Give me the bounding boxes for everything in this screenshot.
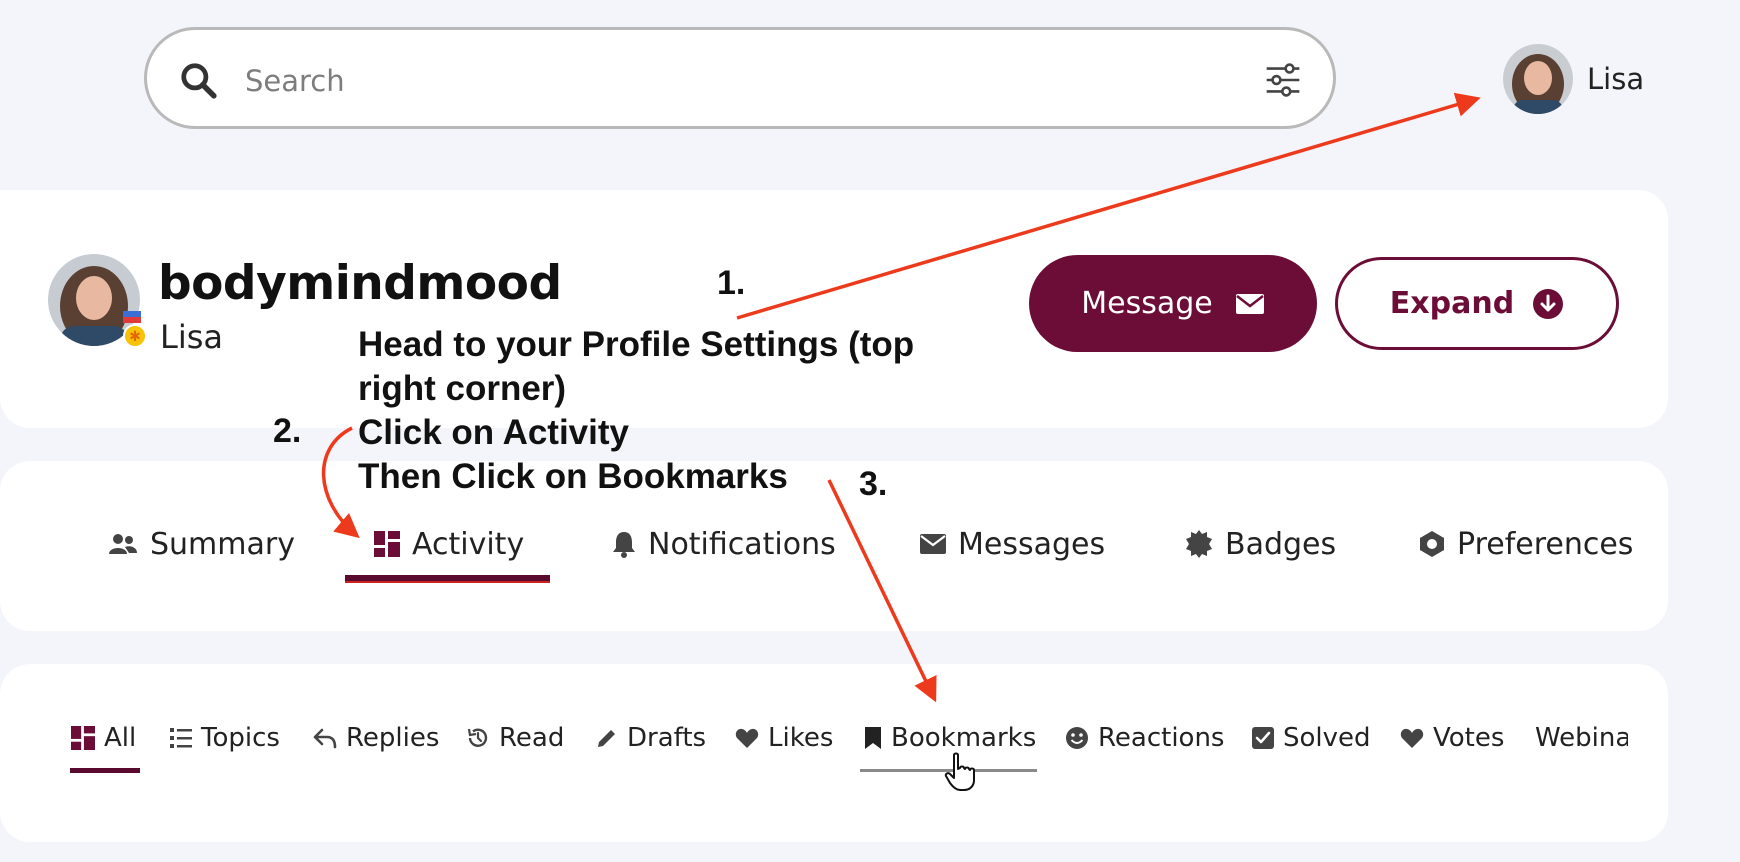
search-icon[interactable] (179, 61, 217, 99)
tab-notifications-label: Notifications (648, 526, 836, 562)
profile-username: bodymindmood (158, 256, 562, 311)
subtab-read[interactable]: Read (466, 720, 564, 756)
subtab-topics[interactable]: Topics (170, 720, 280, 756)
annotation-line-3: Then Click on Bookmarks (358, 457, 788, 496)
check-square-icon (1252, 727, 1274, 749)
subtab-likes-label: Likes (768, 723, 834, 753)
bell-icon (613, 532, 635, 558)
message-button[interactable]: Message (1029, 255, 1317, 352)
arrow-down-circle-icon (1533, 288, 1564, 319)
subtab-read-label: Read (499, 723, 565, 753)
profile-full-name: Lisa (160, 318, 223, 356)
expand-button-label: Expand (1389, 286, 1515, 321)
annotation-step-2: 2. (273, 412, 302, 450)
subtab-likes[interactable]: Likes (735, 720, 833, 756)
user-name[interactable]: Lisa (1587, 62, 1644, 96)
annotation-line-1: Head to your Profile Settings (top right… (358, 325, 915, 408)
annotation-instructions: Head to your Profile Settings (top right… (358, 323, 998, 499)
tab-badges-label: Badges (1225, 526, 1337, 562)
avatar[interactable] (1503, 44, 1573, 114)
envelope-icon (1235, 293, 1264, 314)
subtab-replies[interactable]: Replies (313, 720, 439, 756)
tab-activity[interactable]: Activity (374, 522, 524, 566)
subtab-all[interactable]: All (71, 720, 136, 756)
tab-messages[interactable]: Messages (920, 522, 1105, 566)
hand-pointer-icon (944, 752, 975, 791)
user-menu[interactable]: Lisa (1503, 44, 1644, 114)
search-input[interactable] (243, 54, 1247, 108)
users-icon (109, 534, 137, 554)
hexagon-icon (1420, 531, 1444, 557)
pencil-icon (598, 730, 615, 747)
subtab-solved[interactable]: Solved (1252, 720, 1371, 756)
search-bar (144, 27, 1336, 129)
reply-icon (313, 728, 337, 749)
active-subtab-indicator (70, 768, 140, 773)
bookmark-icon (865, 727, 881, 749)
subtab-solved-label: Solved (1283, 723, 1371, 753)
subtab-webinars-clip: Webinars (1535, 710, 1628, 766)
tab-summary-label: Summary (150, 526, 295, 562)
tab-preferences-label: Preferences (1457, 526, 1634, 562)
heart-icon (1400, 728, 1424, 748)
subtab-all-label: All (104, 723, 137, 753)
tab-preferences[interactable]: Preferences (1419, 522, 1633, 566)
subtab-webinars[interactable]: Webinars (1535, 720, 1628, 756)
heart-icon (735, 728, 759, 748)
tab-activity-label: Activity (412, 526, 525, 562)
list-icon (170, 728, 192, 748)
subtab-votes-label: Votes (1433, 723, 1505, 753)
tab-badges[interactable]: Badges (1185, 522, 1336, 566)
filter-sliders-icon[interactable] (1263, 62, 1303, 98)
envelope-icon (920, 534, 946, 554)
smile-icon (1066, 727, 1088, 749)
subtab-bookmarks[interactable]: Bookmarks (864, 720, 1036, 756)
badge-icon (1186, 530, 1212, 558)
expand-button[interactable]: Expand (1335, 257, 1619, 350)
subtab-votes[interactable]: Votes (1400, 720, 1504, 756)
svg-text:✱: ✱ (129, 329, 141, 345)
flag-icon (123, 311, 141, 323)
subtab-replies-label: Replies (346, 723, 440, 753)
subtab-drafts[interactable]: Drafts (596, 720, 706, 756)
dashboard-icon (71, 726, 95, 750)
active-tab-indicator (345, 575, 550, 583)
subtab-reactions[interactable]: Reactions (1065, 720, 1224, 756)
message-button-label: Message (1081, 286, 1213, 321)
subtab-bookmarks-label: Bookmarks (891, 723, 1037, 753)
subtab-drafts-label: Drafts (627, 723, 707, 753)
subtab-webinars-label: Webinars (1535, 723, 1628, 753)
medal-icon: ✱ (123, 324, 147, 348)
annotation-step-1: 1. (717, 264, 746, 302)
history-icon (467, 728, 488, 747)
annotation-line-2: Click on Activity (358, 413, 629, 452)
tab-notifications[interactable]: Notifications (612, 522, 836, 566)
subtab-reactions-label: Reactions (1098, 723, 1225, 753)
tab-messages-label: Messages (958, 526, 1106, 562)
subtab-topics-label: Topics (201, 723, 280, 753)
dashboard-icon (374, 531, 400, 557)
tab-summary[interactable]: Summary (108, 522, 295, 566)
